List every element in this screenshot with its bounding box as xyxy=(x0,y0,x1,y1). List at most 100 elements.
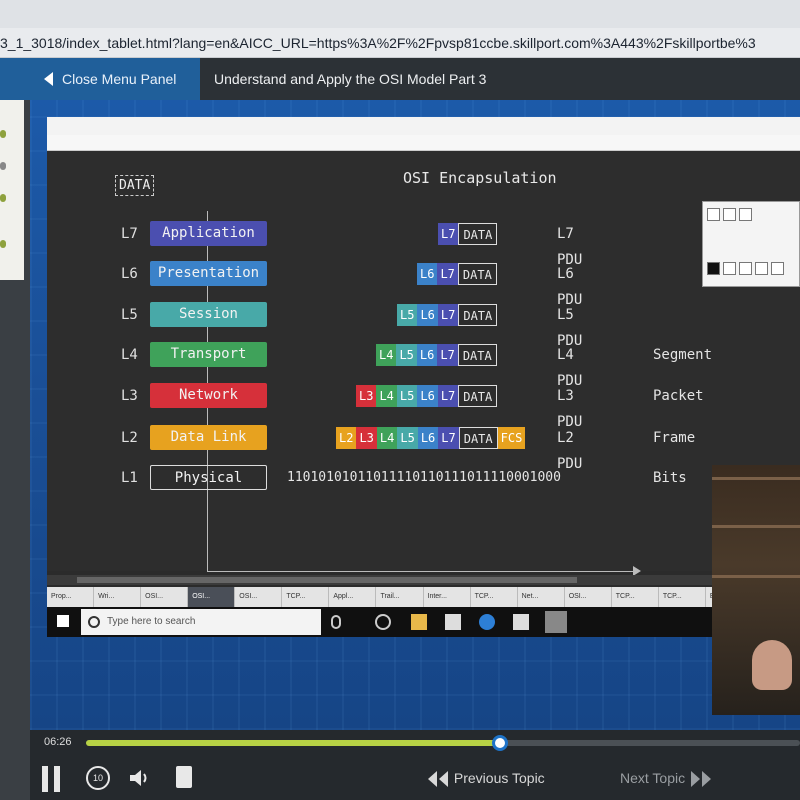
captured-tab[interactable]: OSI... xyxy=(565,587,612,607)
edge-browser-icon[interactable] xyxy=(479,614,495,630)
menu-status-dot xyxy=(0,240,6,248)
taskbar-search[interactable]: Type here to search xyxy=(81,609,321,635)
layer-number: L1 xyxy=(121,470,138,486)
progress-handle[interactable] xyxy=(492,735,509,751)
header-chip: L6 xyxy=(416,344,438,366)
captured-tab[interactable]: TCP... xyxy=(282,587,330,607)
app-icon[interactable] xyxy=(545,611,567,633)
captured-tab[interactable]: Appl... xyxy=(329,587,377,607)
double-chevron-left-icon xyxy=(428,771,448,788)
horizontal-scrollbar[interactable] xyxy=(47,575,800,585)
captured-window-titlebar xyxy=(47,117,800,135)
close-menu-panel-button[interactable]: Close Menu Panel xyxy=(0,58,200,100)
scroll-thumb[interactable] xyxy=(77,577,577,583)
header-chip: L7 xyxy=(437,344,458,366)
captured-app-menubar xyxy=(47,135,800,151)
header-chip: L7 xyxy=(437,263,458,285)
menu-status-dot xyxy=(0,194,6,202)
encapsulation-chain: L4 L5 L6 L7 DATA xyxy=(376,344,497,366)
replay-10-button[interactable]: 10 xyxy=(86,766,110,790)
encapsulation-chain: L6 L7 DATA xyxy=(417,263,497,285)
select-tool-icon[interactable] xyxy=(739,208,752,221)
header-chip: L7 xyxy=(437,385,459,407)
captured-tab[interactable]: OSI... xyxy=(235,587,283,607)
layer-name-box: Transport xyxy=(150,342,267,367)
encapsulation-chain: L2 L3 L4 L5 L6 L7 DATA FCS xyxy=(336,427,526,449)
previous-topic-label: Previous Topic xyxy=(453,770,545,786)
address-bar[interactable]: 3_1_3018/index_tablet.html?lang=en&AICC_… xyxy=(0,28,800,58)
replay-label: 10 xyxy=(92,773,103,783)
captured-tab[interactable]: Trail... xyxy=(376,587,424,607)
eraser-tool-icon[interactable] xyxy=(723,208,736,221)
data-chip: DATA xyxy=(458,304,498,326)
encapsulation-chain: L5 L6 L7 DATA xyxy=(397,304,498,326)
presenter-hand xyxy=(752,640,792,690)
browser-tab-strip xyxy=(0,0,800,28)
windows-start-icon[interactable] xyxy=(57,615,69,627)
transcript-button[interactable] xyxy=(176,766,192,788)
captured-tab[interactable]: Prop... xyxy=(47,587,95,607)
layer-number: L4 xyxy=(121,347,138,363)
header-chip: L6 xyxy=(417,385,438,407)
volume-button[interactable] xyxy=(128,768,152,788)
data-chip: DATA xyxy=(458,223,498,245)
drawing-tool-panel[interactable] xyxy=(702,201,800,287)
whiteboard: OSI Encapsulation DATA L7 Application L7 DA… xyxy=(47,151,800,576)
course-title: Understand and Apply the OSI Model Part … xyxy=(214,71,487,87)
captured-tab[interactable]: TCP... xyxy=(612,587,659,607)
microphone-icon[interactable] xyxy=(331,615,341,629)
grid-tool-icon[interactable] xyxy=(723,262,736,275)
volume-icon xyxy=(130,770,147,786)
next-topic-button[interactable]: Next Topic xyxy=(620,766,713,790)
header-chip: L7 xyxy=(438,223,459,245)
header-chip: L6 xyxy=(417,304,438,326)
course-header: Close Menu Panel Understand and Apply th… xyxy=(0,58,800,100)
captured-tab[interactable]: OSI... xyxy=(188,587,236,607)
layer-name-box: Session xyxy=(150,302,267,327)
captured-tab[interactable]: Net... xyxy=(518,587,565,607)
progress-bar[interactable] xyxy=(86,735,800,751)
captured-tab[interactable]: TCP... xyxy=(659,587,706,607)
previous-topic-button[interactable]: Previous Topic xyxy=(426,766,545,790)
grid-tool-icon[interactable] xyxy=(739,262,752,275)
header-chip: L2 xyxy=(336,427,357,449)
tool-row xyxy=(707,262,784,278)
data-chip: DATA xyxy=(457,344,497,366)
browser-address-area: 3_1_3018/index_tablet.html?lang=en&AICC_… xyxy=(0,0,800,58)
encapsulation-chain: L7 DATA xyxy=(438,223,498,245)
chevron-left-icon xyxy=(44,72,53,86)
layer-name-box: Presentation xyxy=(150,261,267,286)
pdu-name: Packet xyxy=(653,388,704,404)
layer-number: L3 xyxy=(121,388,138,404)
grid-tool-icon[interactable] xyxy=(755,262,768,275)
player-controls: 06:26 10 Previous Topic Next Topic xyxy=(30,730,800,800)
header-chip: L5 xyxy=(397,427,418,449)
captured-tab[interactable]: TCP... xyxy=(471,587,518,607)
windows-taskbar: Type here to search xyxy=(47,607,800,637)
header-chip: L7 xyxy=(437,304,459,326)
shelf xyxy=(712,525,800,528)
taskbar-search-placeholder: Type here to search xyxy=(107,616,196,627)
store-icon[interactable] xyxy=(445,614,461,630)
header-chip: L5 xyxy=(397,304,418,326)
file-explorer-icon[interactable] xyxy=(411,614,427,630)
pdu-name: Bits xyxy=(653,470,687,486)
tool-row xyxy=(707,208,752,224)
pause-button[interactable] xyxy=(42,766,62,792)
layer-number: L5 xyxy=(121,307,138,323)
mail-icon[interactable] xyxy=(513,614,529,630)
flow-line-horizontal xyxy=(207,571,637,572)
captured-tab[interactable]: Inter... xyxy=(424,587,471,607)
captured-tab[interactable]: Wri... xyxy=(94,587,142,607)
layer-name-box: Network xyxy=(150,383,267,408)
pdu-name: Segment xyxy=(653,347,713,363)
captured-tab[interactable]: OSI... xyxy=(141,587,189,607)
progress-fill xyxy=(86,740,501,746)
pen-tool-icon[interactable] xyxy=(707,208,720,221)
data-chip: DATA xyxy=(115,175,155,196)
color-swatch-icon[interactable] xyxy=(707,262,720,275)
presenter-webcam xyxy=(712,465,800,715)
grid-tool-icon[interactable] xyxy=(771,262,784,275)
task-view-icon[interactable] xyxy=(375,614,391,630)
header-chip: L6 xyxy=(417,263,438,285)
